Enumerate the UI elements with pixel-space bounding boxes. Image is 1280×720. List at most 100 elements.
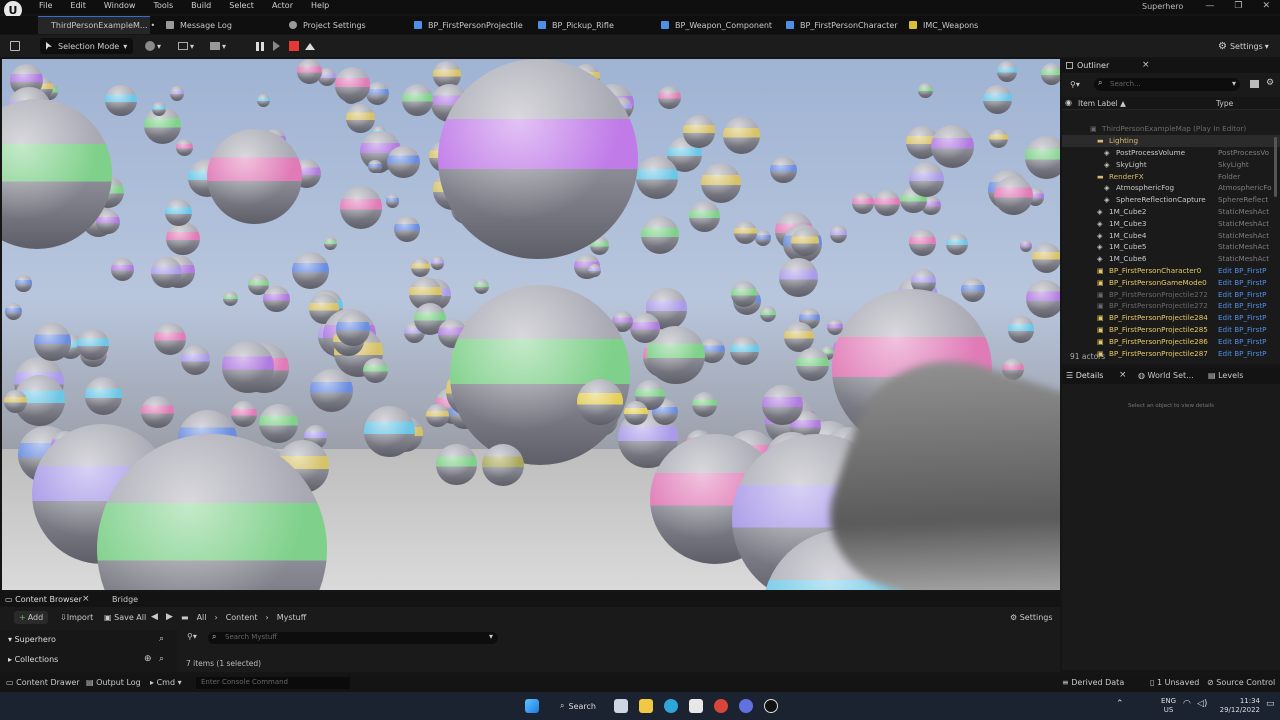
outliner-row[interactable]: ▣ BP_FirstPersonProjectile285 Edit BP_Firs… — [1062, 324, 1280, 336]
gear-icon[interactable]: ⚙ — [1266, 78, 1274, 88]
tab-project-settings[interactable]: Project Settings — [289, 16, 366, 34]
outliner-row[interactable]: ◈ 1M_Cube5 StaticMeshAct — [1062, 241, 1280, 253]
store-icon[interactable] — [689, 699, 703, 713]
outliner-row-type[interactable]: Edit BP_FirstP — [1218, 301, 1276, 310]
file-explorer-icon[interactable] — [639, 699, 653, 713]
stop-button[interactable] — [289, 38, 299, 54]
task-view-icon[interactable] — [614, 699, 628, 713]
level-viewport[interactable] — [2, 59, 1060, 590]
outliner-row[interactable]: ▣ BP_FirstPersonProjectile272 Edit BP_Firs… — [1062, 288, 1280, 300]
content-search-input[interactable]: ⌕ Search Mystuff ▾ — [208, 632, 498, 644]
tab-content-browser[interactable]: ▭ Content Browser — [5, 595, 82, 604]
history-forward-icon[interactable]: ▶ — [166, 612, 173, 622]
menu-edit[interactable]: Edit — [70, 1, 86, 10]
close-icon[interactable]: ✕ — [1262, 1, 1270, 11]
filter-icon[interactable]: ⚲▾ — [1070, 80, 1080, 89]
pause-button[interactable] — [256, 38, 264, 54]
menu-actor[interactable]: Actor — [272, 1, 293, 10]
add-button[interactable]: + Add — [14, 611, 49, 624]
outliner-row[interactable]: ◈ 1M_Cube6 StaticMeshAct — [1062, 253, 1280, 265]
content-drawer-button[interactable]: ▭ Content Drawer — [6, 678, 80, 687]
notification-icon[interactable]: ▭ — [1266, 699, 1275, 709]
tab-bridge[interactable]: Bridge — [112, 595, 138, 604]
outliner-row[interactable]: ◈ SkyLight SkyLight — [1062, 158, 1280, 170]
eject-button[interactable] — [305, 38, 315, 54]
unreal-engine-icon[interactable] — [764, 699, 778, 713]
settings-button[interactable]: ⚙ Settings ▾ — [1218, 38, 1269, 54]
step-button[interactable] — [273, 38, 280, 54]
tab-levels[interactable]: ▤ Levels — [1208, 371, 1243, 380]
project-folder-row[interactable]: ▾ Superhero — [8, 635, 56, 644]
unsaved-button[interactable]: ▯ 1 Unsaved — [1150, 678, 1199, 687]
discord-icon[interactable] — [739, 699, 753, 713]
tab-bp-character[interactable]: BP_FirstPersonCharacter — [786, 16, 898, 34]
breadcrumb-all[interactable]: All — [197, 613, 207, 622]
outliner-row[interactable]: ▣ BP_FirstPersonProjectile272 Edit BP_Firs… — [1062, 300, 1280, 312]
cinematics-button[interactable]: ▾ — [210, 38, 226, 54]
save-all-button[interactable]: ▣ Save All — [104, 613, 146, 622]
menu-build[interactable]: Build — [191, 1, 211, 10]
outliner-row[interactable]: ◈ 1M_Cube2 StaticMeshAct — [1062, 206, 1280, 218]
outliner-row[interactable]: ◈ AtmosphericFog AtmosphericFo — [1062, 182, 1280, 194]
menu-file[interactable]: File — [39, 1, 52, 10]
outliner-row-type[interactable]: Edit BP_FirstP — [1218, 325, 1276, 334]
console-input[interactable]: Enter Console Command — [196, 677, 350, 689]
taskbar-search-button[interactable]: ⌕ Search — [553, 698, 603, 714]
close-icon[interactable]: × — [82, 594, 90, 604]
tab-bp-weapon-component[interactable]: BP_Weapon_Component — [661, 16, 772, 34]
outliner-row[interactable]: ▣ BP_FirstPersonProjectile286 Edit BP_Firs… — [1062, 335, 1280, 347]
item-label-column[interactable]: Item Label ▲ — [1078, 99, 1126, 108]
history-back-icon[interactable]: ◀ — [151, 612, 158, 622]
volume-icon[interactable]: ◁) — [1197, 699, 1207, 709]
tray-overflow-icon[interactable]: ⌃ — [1116, 699, 1124, 709]
save-button[interactable] — [10, 38, 20, 54]
outliner-row[interactable]: ◈ PostProcessVolume PostProcessVo — [1062, 147, 1280, 159]
search-icon[interactable]: ⌕ — [159, 634, 164, 644]
menu-select[interactable]: Select — [229, 1, 254, 10]
derived-data-button[interactable]: ≡ Derived Data — [1062, 678, 1124, 687]
tab-map[interactable]: ThirdPersonExampleM... • — [38, 16, 155, 34]
outliner-row[interactable]: ◈ 1M_Cube3 StaticMeshAct — [1062, 217, 1280, 229]
tab-imc-weapons[interactable]: IMC_Weapons — [909, 16, 978, 34]
outliner-row-type[interactable]: Edit BP_FirstP — [1218, 313, 1276, 322]
source-control-button[interactable]: ⊘ Source Control — [1207, 678, 1275, 687]
outliner-row-type[interactable]: Edit BP_FirstP — [1218, 266, 1276, 275]
import-button[interactable]: ⇩Import — [60, 613, 93, 622]
outliner-search-input[interactable]: ⌕ Search... ▾ — [1094, 78, 1240, 91]
outliner-row[interactable]: ▣ BP_FirstPersonCharacter0 Edit BP_FirstP — [1062, 265, 1280, 277]
tab-message-log[interactable]: Message Log — [166, 16, 232, 34]
clock[interactable]: 11:34 29/12/2022 — [1214, 697, 1260, 715]
outliner-row-type[interactable]: Edit BP_FirstP — [1218, 349, 1276, 358]
close-icon[interactable]: × — [1142, 60, 1150, 70]
filter-icon[interactable]: ⚲▾ — [187, 632, 197, 641]
outliner-row[interactable]: ◈ SphereReflectionCapture SphereReflect — [1062, 194, 1280, 206]
outliner-scrollbar[interactable] — [1274, 137, 1277, 197]
outliner-row[interactable]: ▣ BP_FirstPersonGameMode0 Edit BP_FirstP — [1062, 276, 1280, 288]
menu-tools[interactable]: Tools — [153, 1, 173, 10]
tab-bp-projectile[interactable]: BP_FirstPersonProjectile — [414, 16, 523, 34]
search-icon[interactable]: ⌕ — [159, 654, 164, 664]
menu-window[interactable]: Window — [104, 1, 136, 10]
output-log-button[interactable]: ▤ Output Log — [86, 678, 141, 687]
visibility-icon[interactable]: ◉ — [1065, 98, 1072, 107]
tab-details[interactable]: ☰ Details — [1066, 371, 1103, 380]
tab-world-settings[interactable]: ◍ World Set... — [1138, 371, 1194, 380]
menu-help[interactable]: Help — [311, 1, 329, 10]
language-indicator[interactable]: ENG US — [1161, 697, 1176, 715]
outliner-row-type[interactable]: Edit BP_FirstP — [1218, 278, 1276, 287]
outliner-row-type[interactable]: Edit BP_FirstP — [1218, 290, 1276, 299]
outliner-row[interactable]: ▣ BP_FirstPersonProjectile284 Edit BP_Firs… — [1062, 312, 1280, 324]
add-collection-icon[interactable]: ⊕ — [144, 654, 152, 664]
outliner-row[interactable]: ▬ RenderFX Folder — [1062, 170, 1280, 182]
type-column[interactable]: Type — [1216, 99, 1233, 108]
outliner-row[interactable]: ▣ ThirdPersonExampleMap (Play In Editor) — [1062, 123, 1280, 135]
add-actor-button[interactable]: ▾ — [145, 38, 161, 54]
add-folder-icon[interactable] — [1250, 80, 1259, 88]
chrome-icon[interactable] — [714, 699, 728, 713]
collections-row[interactable]: ▸ Collections — [8, 655, 58, 664]
cmd-dropdown[interactable]: ▸ Cmd ▾ — [150, 678, 182, 687]
wifi-icon[interactable]: ◠ — [1183, 699, 1191, 709]
minimize-icon[interactable]: — — [1205, 1, 1214, 11]
windows-start-icon[interactable] — [525, 699, 539, 713]
outliner-row[interactable]: ▬ Lighting — [1062, 134, 1280, 147]
